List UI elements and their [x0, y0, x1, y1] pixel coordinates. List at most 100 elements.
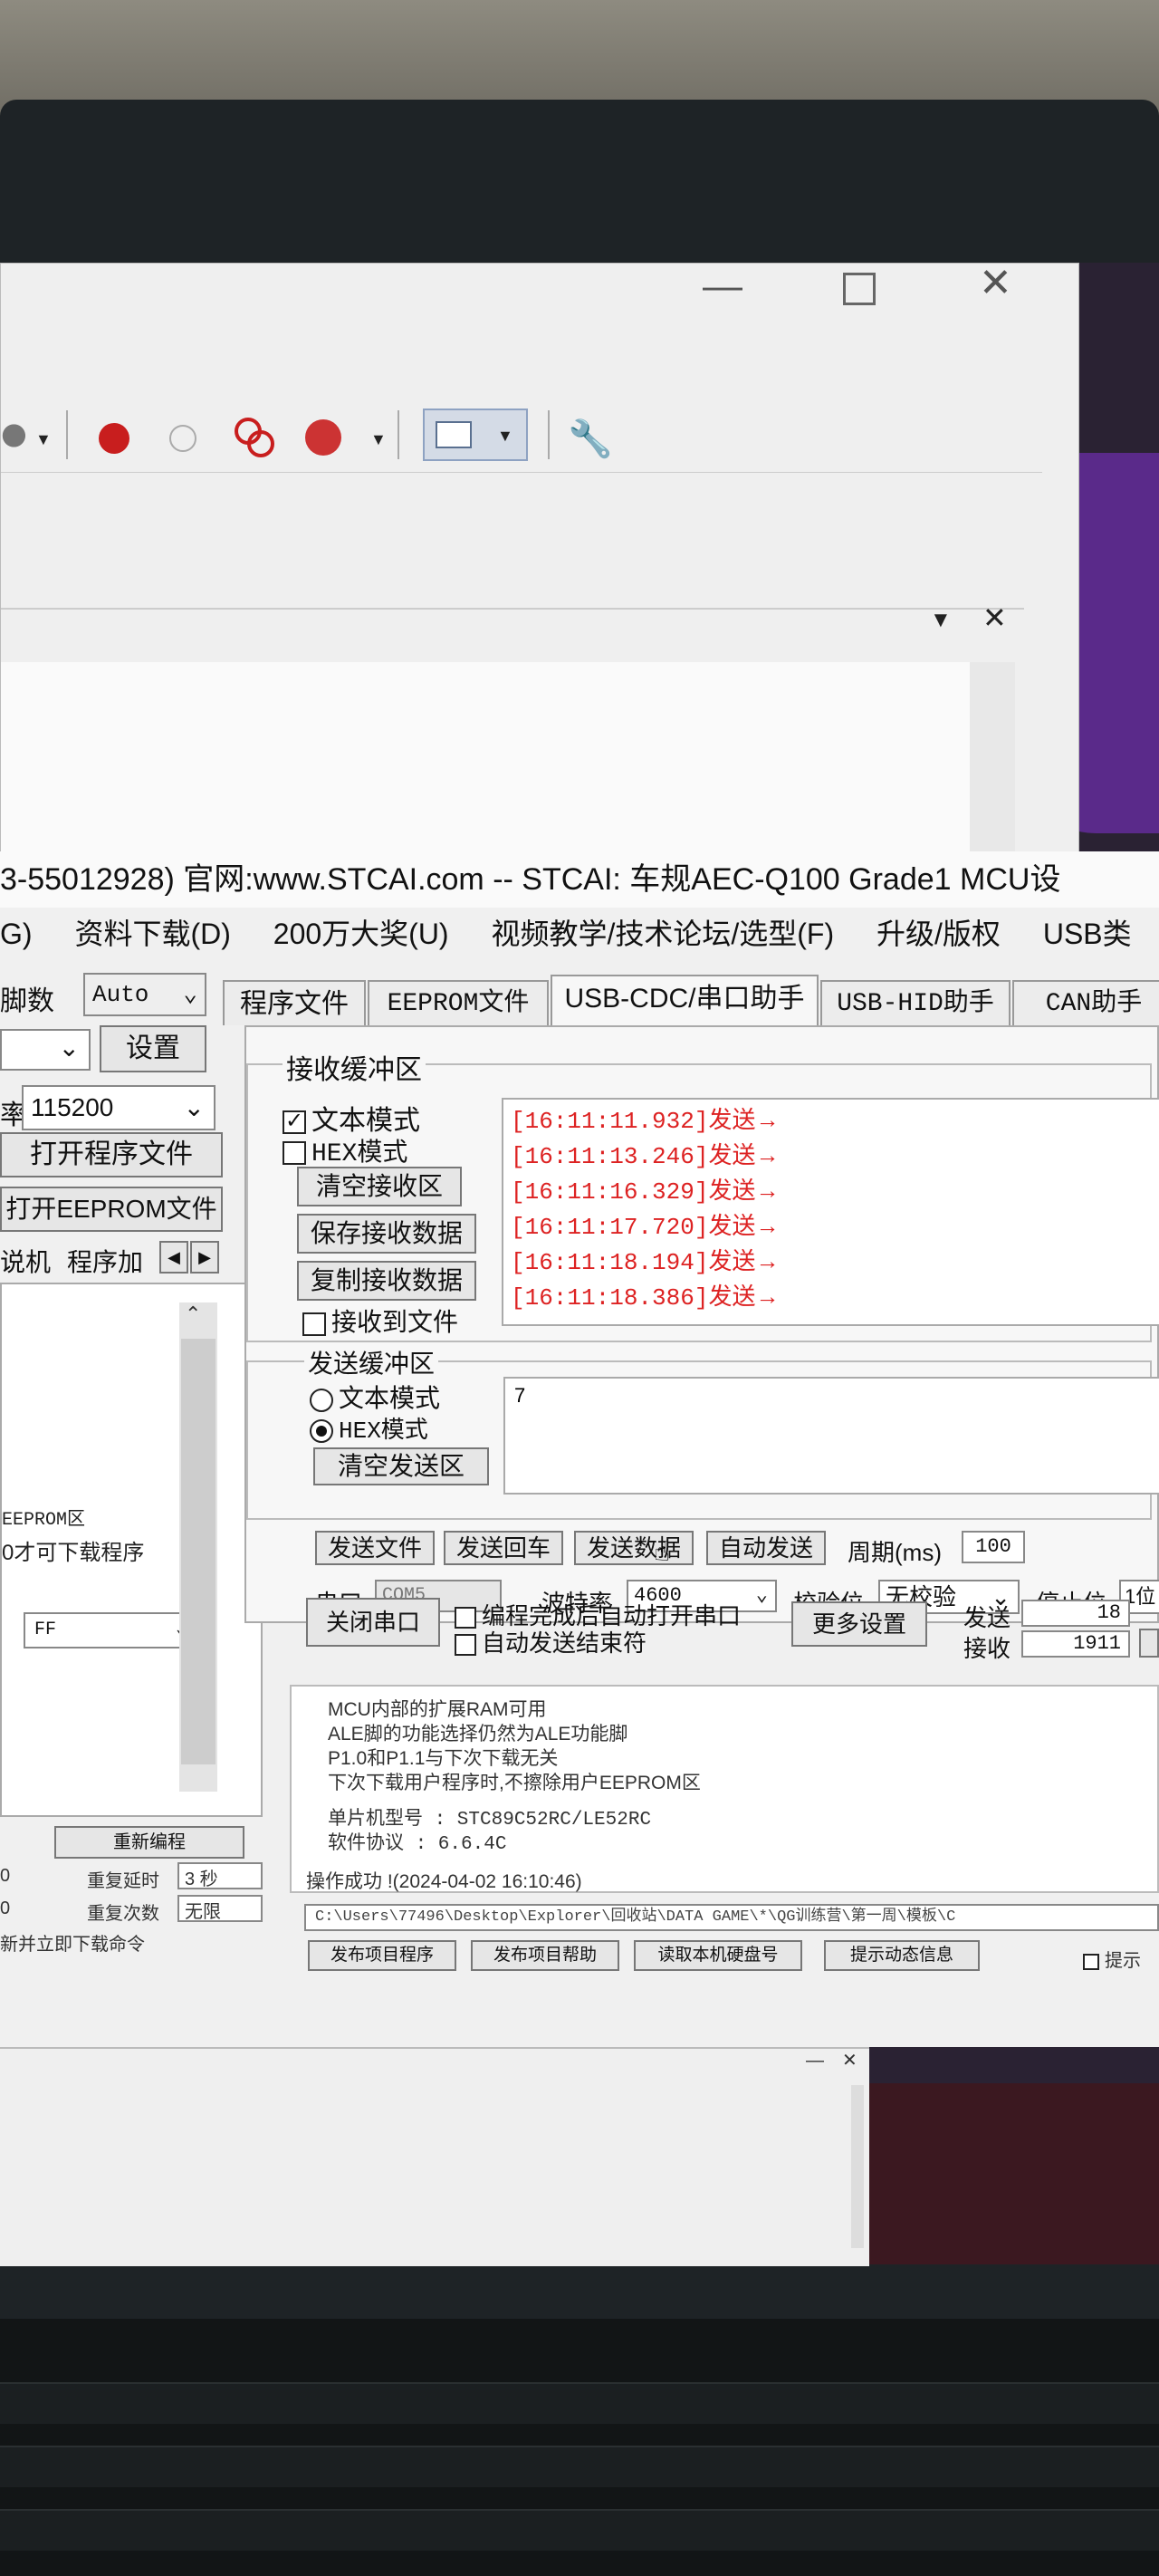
left-panel: 脚数 Auto ⌄ ⌄ 设置 率 115200 ⌄ 打开程序文件 打开EEPROM文… — [0, 960, 263, 2047]
settings-button[interactable]: 设置 — [100, 1025, 206, 1072]
chevron-down-icon: ⌄ — [58, 1033, 80, 1062]
panel-close-icon[interactable]: ✕ — [982, 601, 1007, 635]
subtab-program[interactable]: 程序加 — [67, 1243, 143, 1279]
record-icon[interactable] — [99, 423, 129, 454]
receive-to-file[interactable]: 接收到文件 — [302, 1302, 458, 1339]
period-input[interactable]: 100 — [962, 1531, 1025, 1563]
open-eeprom-button[interactable]: 打开EEPROM文件 — [0, 1187, 223, 1232]
chip-select[interactable]: ⌄ — [0, 1029, 91, 1071]
menu-item-upgrade[interactable]: 升级/版权 — [876, 908, 1001, 960]
close-port-button[interactable]: 关闭串口 — [306, 1598, 440, 1647]
checkbox-icon[interactable] — [455, 1634, 476, 1657]
clear-send-button[interactable]: 清空发送区 — [313, 1447, 489, 1485]
log-line: [16:11:13.246]发送→ — [511, 1141, 780, 1170]
log-line: [16:11:18.386]发送→ — [511, 1283, 780, 1312]
more-settings-button[interactable]: 更多设置 — [791, 1601, 927, 1647]
tab-eeprom-file[interactable]: EEPROM文件 — [368, 980, 549, 1025]
scroll-left-icon[interactable]: ◀ — [159, 1241, 188, 1274]
open-program-button[interactable]: 打开程序文件 — [0, 1132, 223, 1177]
tab-program-file[interactable]: 程序文件 — [223, 980, 366, 1025]
repeat-count-select[interactable]: 无限 — [177, 1895, 263, 1922]
dropdown-arrow-icon[interactable]: ▼ — [35, 430, 52, 449]
minimize-icon[interactable]: — — [703, 264, 742, 309]
ff-select[interactable]: FF⌄ — [24, 1612, 196, 1648]
repeat-delay-prefix: 0 — [0, 1866, 11, 1886]
scroll-up-icon[interactable]: ⌃ — [185, 1302, 201, 1326]
key-row — [0, 2446, 1159, 2487]
checkbox-checked-icon[interactable]: ✓ — [283, 1110, 306, 1135]
eeprom-note: EEPROM区 — [2, 1510, 86, 1531]
publish-help-button[interactable]: 发布项目帮助 — [471, 1940, 619, 1971]
reset-counter-button[interactable] — [1139, 1629, 1159, 1658]
scroll-thumb[interactable] — [181, 1339, 216, 1764]
repeat-count-prefix: 0 — [0, 1898, 11, 1918]
key-row — [0, 2509, 1159, 2551]
log-line: [16:11:18.194]发送→ — [511, 1247, 780, 1276]
tab-usb-cdc[interactable]: USB-CDC/串口助手 — [551, 975, 819, 1027]
send-data-button[interactable]: 发送数据 — [574, 1531, 694, 1565]
log-line: [16:11:11.932]发送→ — [511, 1106, 780, 1135]
subtab-description[interactable]: 说机 — [0, 1243, 51, 1279]
reprogram-button[interactable]: 重新编程 — [54, 1826, 244, 1859]
scroll-right-icon[interactable]: ▶ — [190, 1241, 219, 1274]
menu-item-video[interactable]: 视频教学/技术论坛/选型(F) — [491, 908, 834, 960]
panel-content — [1, 662, 970, 861]
send-return-button[interactable]: 发送回车 — [444, 1531, 563, 1565]
checkbox-icon[interactable] — [1083, 1953, 1099, 1970]
info-line — [328, 1795, 1157, 1808]
auto-send-terminator[interactable]: 自动发送结束符 — [455, 1625, 647, 1658]
menu-item-usb[interactable]: USB类 — [1043, 908, 1132, 960]
auto-send-button[interactable]: 自动发送 — [706, 1531, 826, 1565]
maximize-icon[interactable] — [843, 273, 876, 305]
send-input[interactable]: 7 — [503, 1377, 1159, 1495]
menu-item-prize[interactable]: 200万大奖(U) — [273, 908, 449, 960]
clear-receive-button[interactable]: 清空接收区 — [297, 1167, 462, 1206]
circle-icon[interactable] — [169, 425, 196, 452]
file-path-field[interactable]: C:\Users\77496\Desktop\Explorer\回收站\DATA… — [304, 1904, 1159, 1931]
panel-menu-icon[interactable]: ▼ — [930, 608, 952, 633]
dropdown-arrow-icon[interactable]: ▼ — [497, 427, 513, 446]
close-icon[interactable]: ✕ — [842, 2049, 857, 2071]
wrench-icon[interactable]: 🔧 — [568, 418, 613, 460]
save-receive-button[interactable]: 保存接收数据 — [297, 1214, 476, 1254]
info-line: 单片机型号 : STC89C52RC/LE52RC — [328, 1810, 652, 1831]
dynamic-info-button[interactable]: 提示动态信息 — [824, 1940, 980, 1971]
script-select[interactable]: Auto ⌄ — [83, 973, 206, 1016]
close-icon[interactable]: ✕ — [979, 260, 1012, 306]
copy-receive-button[interactable]: 复制接收数据 — [297, 1261, 476, 1301]
radio-icon[interactable] — [310, 1388, 333, 1412]
dropdown-arrow-icon[interactable]: ▼ — [370, 430, 387, 449]
receive-hex-mode[interactable]: HEX模式 — [283, 1132, 407, 1168]
menu-item-download[interactable]: 资料下载(D) — [74, 908, 230, 960]
script-label: 脚数 — [0, 986, 54, 1016]
info-line: 操作成功 !(2024-04-02 16:10:46) — [306, 1871, 582, 1892]
send-group-title: 发送缓冲区 — [304, 1344, 439, 1380]
tab-can[interactable]: CAN助手 — [1012, 980, 1159, 1025]
scrollbar[interactable] — [851, 2085, 864, 2248]
key-row — [0, 2382, 1159, 2424]
read-disk-id-button[interactable]: 读取本机硬盘号 — [634, 1940, 802, 1971]
checkbox-icon[interactable] — [302, 1312, 326, 1336]
receive-log[interactable]: [16:11:11.932]发送→ [16:11:13.246]发送→ [16:… — [502, 1098, 1159, 1326]
options-scrollbar[interactable]: ⌃ — [179, 1302, 217, 1792]
send-text-mode[interactable]: 文本模式 — [310, 1379, 440, 1415]
send-file-button[interactable]: 发送文件 — [315, 1531, 435, 1565]
background-window: — ✕ ▼ ▼ ▼ 🔧 ▼ ✕ — [0, 260, 1079, 861]
repeat-delay-select[interactable]: 3 秒 — [177, 1862, 263, 1889]
baud-select[interactable]: 115200 ⌄ — [22, 1085, 216, 1130]
repeat-count-label: 重复次数 — [87, 1904, 159, 1924]
tab-usb-hid[interactable]: USB-HID助手 — [820, 980, 1011, 1025]
menu-item[interactable]: G) — [0, 908, 33, 960]
info-line: P1.0和P1.1与下次下载无关 — [328, 1748, 559, 1769]
minimize-icon[interactable]: — — [806, 2051, 824, 2071]
radio-selected-icon[interactable] — [310, 1418, 333, 1443]
send-hex-mode[interactable]: HEX模式 — [310, 1411, 428, 1445]
panel-divider — [1, 608, 1024, 610]
delete-icon[interactable] — [305, 419, 341, 456]
info-line: ALE脚的功能选择仍然为ALE功能脚 — [328, 1724, 628, 1745]
panel-scrollbar[interactable] — [970, 662, 1015, 861]
tips-checkbox[interactable]: 提示 — [1083, 1946, 1141, 1972]
publish-program-button[interactable]: 发布项目程序 — [308, 1940, 456, 1971]
received-count-label: 接收 — [963, 1635, 1011, 1662]
checkbox-icon[interactable] — [283, 1141, 306, 1166]
